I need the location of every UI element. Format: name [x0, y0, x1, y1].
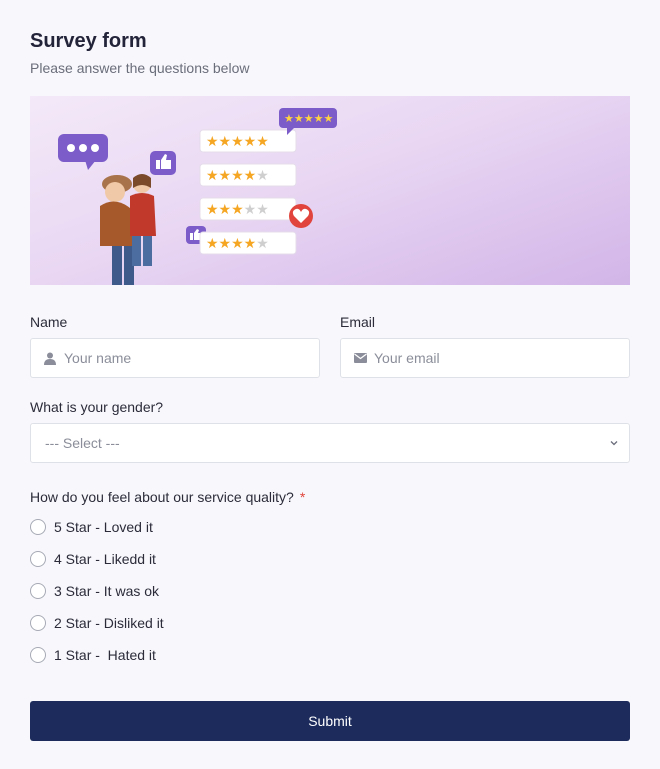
- svg-text:★★★★★: ★★★★★: [284, 112, 333, 125]
- rating-card: ★★★★★: [199, 129, 297, 153]
- gender-select-value: --- Select ---: [45, 435, 120, 451]
- envelope-icon: [353, 351, 367, 365]
- radio-option[interactable]: 3 Star - It was ok: [30, 582, 159, 600]
- chat-bubble-icon: [58, 134, 108, 170]
- gender-label: What is your gender?: [30, 399, 164, 415]
- radio-option[interactable]: 4 Star - Likedd it: [30, 550, 156, 568]
- form-subtitle: Please answer the questions below: [30, 60, 250, 76]
- survey-form: Survey form Please answer the questions …: [0, 0, 660, 769]
- thumbs-up-icon: [150, 151, 176, 175]
- chevron-down-icon: [610, 441, 618, 446]
- radio-option-label: 4 Star - Likedd it: [54, 551, 156, 567]
- radio-button[interactable]: [30, 551, 46, 567]
- required-mark: *: [299, 489, 306, 505]
- submit-button[interactable]: Submit: [30, 701, 630, 741]
- svg-text:★★★★★: ★★★★★: [206, 168, 269, 184]
- radio-button[interactable]: [30, 583, 46, 599]
- radio-option-label: 3 Star - It was ok: [54, 583, 160, 599]
- service-quality-question: How do you feel about our service qualit…: [30, 489, 305, 505]
- radio-button[interactable]: [30, 647, 46, 663]
- name-field[interactable]: [30, 338, 320, 378]
- rating-card: ★★★★★: [199, 231, 297, 255]
- form-title: Survey form: [30, 30, 147, 52]
- banner-illustration: ★★★★★ ★★★★★ ★★★★★ ★★★★★ ★★★★★: [58, 108, 337, 285]
- email-field[interactable]: [340, 338, 630, 378]
- email-input[interactable]: [374, 350, 594, 366]
- email-label: Email: [340, 314, 376, 330]
- rating-card: ★★★★★: [199, 197, 297, 221]
- rating-bubble: ★★★★★: [279, 108, 337, 135]
- radio-option-label: 2 Star - Disliked it: [54, 615, 164, 631]
- name-input[interactable]: [64, 350, 284, 366]
- heart-icon: [289, 204, 313, 228]
- rating-card: ★★★★★: [199, 163, 297, 187]
- survey-banner-image: ★★★★★ ★★★★★ ★★★★★ ★★★★★ ★★★★★: [30, 96, 630, 285]
- people-illustration: [100, 174, 156, 285]
- user-icon: [43, 351, 57, 365]
- gender-select[interactable]: --- Select ---: [30, 423, 630, 463]
- svg-text:★★★★★: ★★★★★: [206, 236, 269, 252]
- question-text: How do you feel about our service qualit…: [30, 489, 294, 505]
- svg-text:★★★★★: ★★★★★: [206, 134, 269, 150]
- radio-option[interactable]: 5 Star - Loved it: [30, 518, 153, 536]
- radio-button[interactable]: [30, 615, 46, 631]
- name-label: Name: [30, 314, 68, 330]
- svg-text:★★★★★: ★★★★★: [206, 202, 269, 218]
- radio-option[interactable]: 1 Star - Hated it: [30, 646, 156, 664]
- radio-button[interactable]: [30, 519, 46, 535]
- radio-option[interactable]: 2 Star - Disliked it: [30, 614, 164, 632]
- radio-option-label: 1 Star - Hated it: [54, 647, 156, 663]
- radio-option-label: 5 Star - Loved it: [54, 519, 153, 535]
